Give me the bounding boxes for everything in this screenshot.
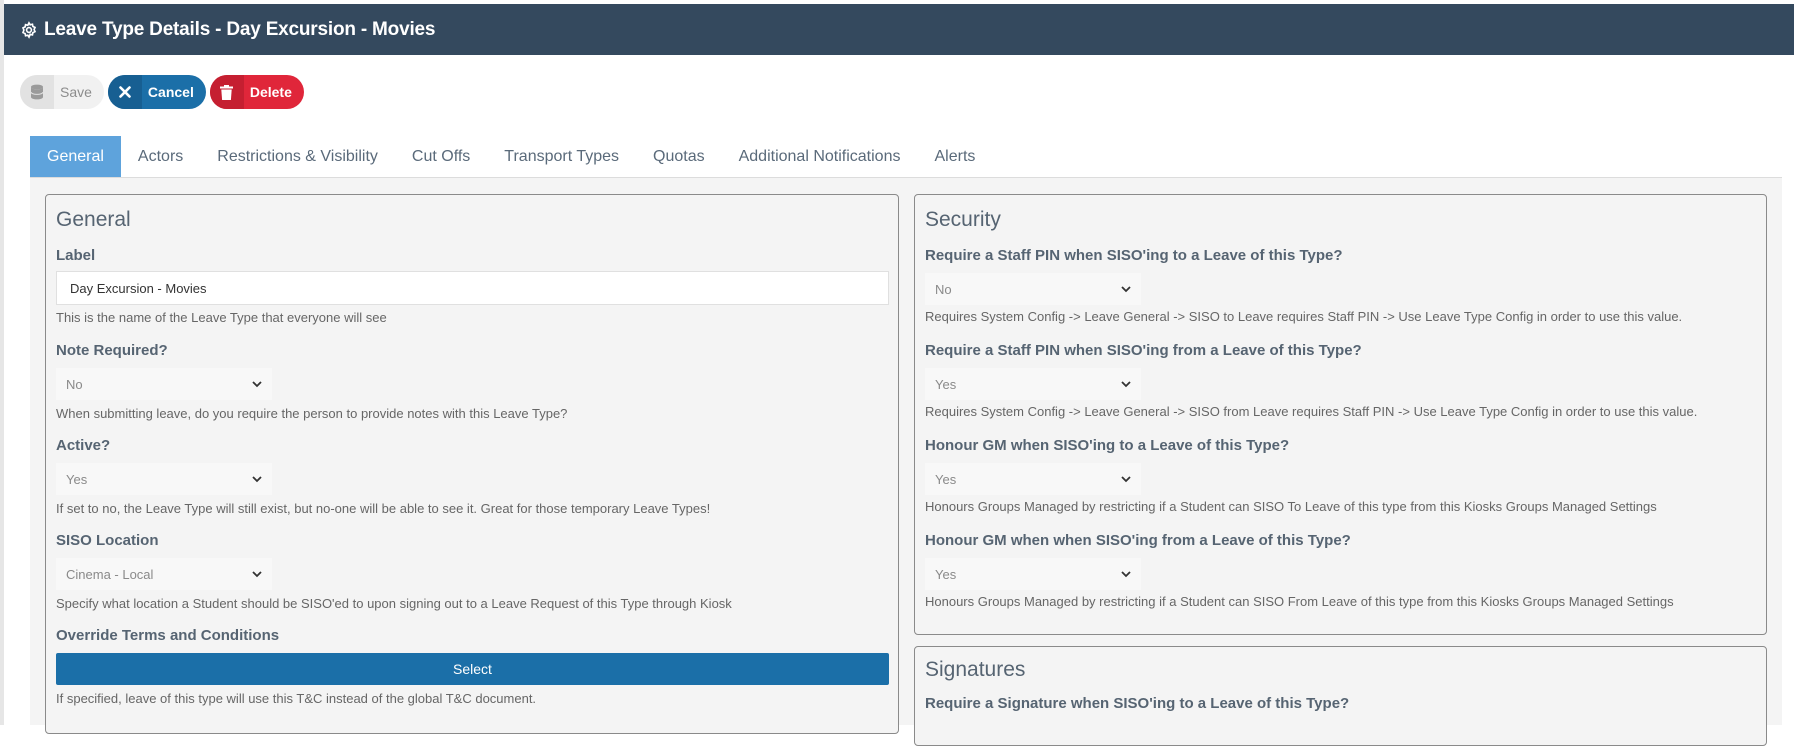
override-terms-label: Override Terms and Conditions bbox=[56, 627, 280, 644]
cancel-button-label: Cancel bbox=[147, 84, 194, 100]
save-button[interactable]: Save bbox=[20, 75, 104, 109]
pin-from-help: Requires System Config -> Leave General … bbox=[925, 404, 1698, 419]
page-title: Leave Type Details - Day Excursion - Mov… bbox=[44, 18, 436, 40]
note-required-select[interactable]: No bbox=[56, 368, 272, 400]
gm-to-label: Honour GM when SISO'ing to a Leave of th… bbox=[925, 437, 1290, 454]
pin-from-label: Require a Staff PIN when SISO'ing from a… bbox=[925, 342, 1362, 359]
tab-bar: General Actors Restrictions & Visibility… bbox=[30, 136, 1782, 178]
tab-alerts[interactable]: Alerts bbox=[917, 136, 992, 177]
tab-transport-types[interactable]: Transport Types bbox=[487, 136, 636, 177]
siso-location-label: SISO Location bbox=[56, 532, 159, 549]
security-panel: Security Require a Staff PIN when SISO'i… bbox=[914, 194, 1767, 635]
active-select[interactable]: Yes bbox=[56, 463, 272, 495]
trash-icon bbox=[209, 75, 244, 109]
gm-to-help: Honours Groups Managed by restricting if… bbox=[925, 499, 1657, 514]
override-terms-help: If specified, leave of this type will us… bbox=[56, 691, 537, 706]
note-required-value: No bbox=[66, 376, 83, 392]
gm-from-select[interactable]: Yes bbox=[925, 558, 1141, 590]
tab-actors[interactable]: Actors bbox=[121, 136, 200, 177]
pin-from-value: Yes bbox=[935, 376, 957, 392]
chevron-down-icon bbox=[1121, 381, 1131, 388]
pin-to-label: Require a Staff PIN when SISO'ing to a L… bbox=[925, 247, 1343, 264]
pin-to-select[interactable]: No bbox=[925, 273, 1141, 305]
chevron-down-icon bbox=[1121, 476, 1131, 483]
siso-location-help: Specify what location a Student should b… bbox=[56, 596, 732, 611]
gear-icon bbox=[20, 20, 38, 39]
label-input[interactable] bbox=[56, 271, 889, 305]
delete-button-label: Delete bbox=[249, 84, 292, 100]
signatures-panel: Signatures Require a Signature when SISO… bbox=[914, 646, 1767, 746]
tab-quotas[interactable]: Quotas bbox=[636, 136, 722, 177]
cancel-button[interactable]: Cancel bbox=[107, 75, 206, 109]
label-help: This is the name of the Leave Type that … bbox=[56, 310, 387, 325]
tab-restrictions-visibility[interactable]: Restrictions & Visibility bbox=[200, 136, 395, 177]
gm-to-select[interactable]: Yes bbox=[925, 463, 1141, 495]
active-value: Yes bbox=[66, 471, 88, 487]
label-field-label: Label bbox=[56, 247, 96, 264]
signatures-panel-title: Signatures bbox=[925, 658, 1026, 681]
action-toolbar: Save Cancel Delete bbox=[20, 75, 304, 109]
pin-to-help: Requires System Config -> Leave General … bbox=[925, 309, 1683, 324]
gm-from-help: Honours Groups Managed by restricting if… bbox=[925, 594, 1674, 609]
active-help: If set to no, the Leave Type will still … bbox=[56, 501, 711, 516]
gm-to-value: Yes bbox=[935, 471, 957, 487]
general-panel: General Label This is the name of the Le… bbox=[45, 194, 899, 734]
save-button-label: Save bbox=[60, 84, 92, 100]
active-label: Active? bbox=[56, 437, 111, 454]
chevron-down-icon bbox=[252, 381, 262, 388]
select-terms-button[interactable]: Select bbox=[56, 653, 889, 685]
pin-from-select[interactable]: Yes bbox=[925, 368, 1141, 400]
delete-button[interactable]: Delete bbox=[209, 75, 304, 109]
general-panel-title: General bbox=[56, 208, 131, 231]
note-required-help: When submitting leave, do you require th… bbox=[56, 406, 568, 421]
gm-from-label: Honour GM when when SISO'ing from a Leav… bbox=[925, 532, 1351, 549]
sig-to-label: Require a Signature when SISO'ing to a L… bbox=[925, 695, 1350, 712]
chevron-down-icon bbox=[1121, 571, 1131, 578]
close-icon bbox=[107, 75, 142, 109]
chevron-down-icon bbox=[252, 571, 262, 578]
security-panel-title: Security bbox=[925, 208, 1001, 231]
siso-location-select[interactable]: Cinema - Local bbox=[56, 558, 272, 590]
chevron-down-icon bbox=[1121, 286, 1131, 293]
page-header: Leave Type Details - Day Excursion - Mov… bbox=[4, 4, 1794, 55]
note-required-label: Note Required? bbox=[56, 342, 168, 359]
database-icon bbox=[20, 75, 54, 109]
window-edge bbox=[0, 0, 4, 725]
chevron-down-icon bbox=[252, 476, 262, 483]
tab-general[interactable]: General bbox=[30, 136, 121, 177]
gm-from-value: Yes bbox=[935, 566, 957, 582]
tab-additional-notifications[interactable]: Additional Notifications bbox=[722, 136, 918, 177]
tab-cut-offs[interactable]: Cut Offs bbox=[395, 136, 487, 177]
siso-location-value: Cinema - Local bbox=[66, 566, 154, 582]
pin-to-value: No bbox=[935, 281, 952, 297]
